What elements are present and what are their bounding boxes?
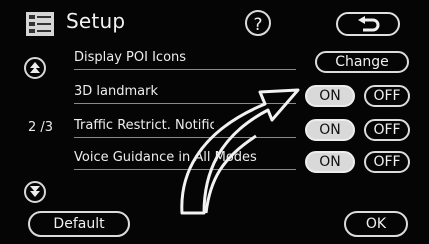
list-icon <box>26 12 54 36</box>
row-divider <box>74 137 296 138</box>
3d-landmark-off-button[interactable]: OFF <box>364 85 410 107</box>
setting-label-3d-landmark: 3D landmark <box>74 84 158 99</box>
setting-label-traffic-restrict: Traffic Restrict. Notifica <box>74 118 214 133</box>
page-indicator: 2 /3 <box>28 120 54 135</box>
change-button[interactable]: Change <box>315 51 409 73</box>
help-button[interactable]: ? <box>245 10 271 36</box>
setting-label-voice-guidance: Voice Guidance in All Modes <box>74 150 257 165</box>
traffic-restrict-off-button[interactable]: OFF <box>364 119 410 141</box>
scroll-down-button[interactable] <box>24 181 46 203</box>
return-arrow-icon <box>358 16 380 32</box>
row-divider <box>74 103 296 104</box>
scroll-up-icon <box>30 62 40 73</box>
default-button[interactable]: Default <box>28 211 130 237</box>
traffic-restrict-on-button[interactable]: ON <box>305 119 355 141</box>
ok-button[interactable]: OK <box>344 211 408 237</box>
scroll-up-button[interactable] <box>24 57 46 79</box>
setup-screen: Setup ? 2 /3 Display POI Icons Change 3D… <box>0 0 429 244</box>
scroll-down-icon <box>30 186 40 197</box>
curved-arrow-icon <box>180 88 300 215</box>
voice-guidance-on-button[interactable]: ON <box>305 151 355 173</box>
row-divider <box>74 69 296 70</box>
page-title: Setup <box>66 9 126 33</box>
setting-label-display-poi: Display POI Icons <box>74 50 187 65</box>
3d-landmark-on-button[interactable]: ON <box>305 85 355 107</box>
voice-guidance-off-button[interactable]: OFF <box>364 151 410 173</box>
row-divider <box>74 169 296 170</box>
back-button[interactable] <box>336 12 400 36</box>
